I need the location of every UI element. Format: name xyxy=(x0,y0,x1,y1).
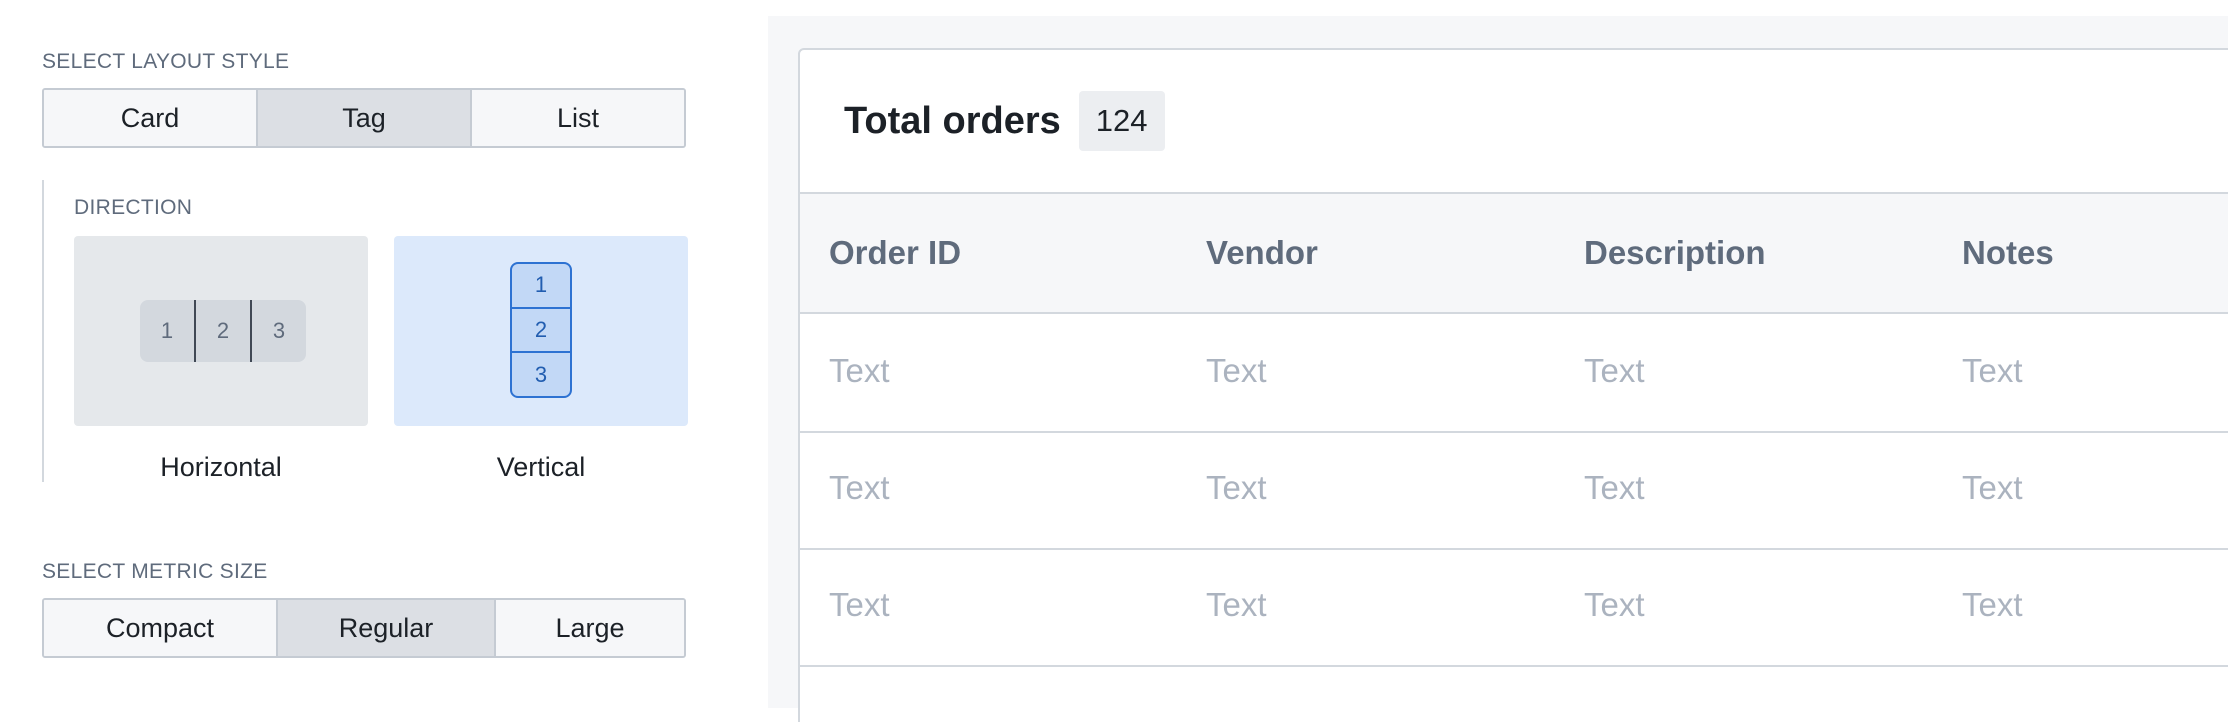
direction-horizontal-option[interactable]: 1 2 3 xyxy=(74,236,368,426)
table-cell: Text xyxy=(1206,352,1267,389)
table-cell: Text xyxy=(829,586,890,623)
horizontal-preview-icon: 1 2 3 xyxy=(140,300,306,362)
table-cell: Text xyxy=(1962,352,2023,389)
table-row[interactable]: Text Text Text Text xyxy=(800,433,2228,550)
table-row[interactable]: Text Text Text Text xyxy=(800,314,2228,431)
table-title: Total orders xyxy=(844,99,1061,142)
vertical-preview-item: 1 xyxy=(534,272,548,298)
row-divider xyxy=(800,665,2228,667)
table-cell: Text xyxy=(1206,586,1267,623)
table-row[interactable]: Text Text Text Text xyxy=(800,550,2228,667)
vertical-preview-item: 3 xyxy=(512,351,570,396)
column-header-notes[interactable]: Notes xyxy=(1962,234,2054,272)
column-header-order-id[interactable]: Order ID xyxy=(829,234,961,272)
layout-style-segmented-control: Card Tag List xyxy=(42,88,686,148)
table-header-row: Order ID Vendor Description Notes xyxy=(800,194,2228,314)
metric-size-segmented-control: Compact Regular Large xyxy=(42,598,686,658)
count-badge: 124 xyxy=(1078,91,1165,151)
metric-size-label: SELECT METRIC SIZE xyxy=(42,560,268,583)
vertical-caption: Vertical xyxy=(496,452,586,482)
metric-regular-button[interactable]: Regular xyxy=(276,600,494,656)
table-cell: Text xyxy=(829,469,890,506)
table-body: Text Text Text Text Text Text Text Text … xyxy=(800,314,2228,674)
table-cell: Text xyxy=(1584,586,1645,623)
direction-label: DIRECTION xyxy=(74,196,193,219)
layout-tag-button[interactable]: Tag xyxy=(256,90,470,146)
table-cell: Text xyxy=(1584,352,1645,389)
horizontal-preview-item: 1 xyxy=(160,318,174,343)
layout-list-button[interactable]: List xyxy=(470,90,684,146)
orders-table-card: Total orders 124 Order ID Vendor Descrip… xyxy=(798,48,2228,722)
layout-card-button[interactable]: Card xyxy=(44,90,256,146)
metric-compact-button[interactable]: Compact xyxy=(44,600,276,656)
horizontal-preview-item: 2 xyxy=(194,300,250,362)
card-header: Total orders 124 xyxy=(800,50,2228,194)
table-cell: Text xyxy=(1962,469,2023,506)
direction-vertical-option[interactable]: 1 2 3 xyxy=(394,236,688,426)
table-cell: Text xyxy=(1962,586,2023,623)
layout-style-label: SELECT LAYOUT STYLE xyxy=(42,50,290,73)
table-cell: Text xyxy=(1584,469,1645,506)
horizontal-caption: Horizontal xyxy=(160,452,282,482)
table-cell: Text xyxy=(829,352,890,389)
vertical-preview-icon: 1 2 3 xyxy=(510,262,572,398)
column-header-description[interactable]: Description xyxy=(1584,234,1766,272)
direction-group: DIRECTION 1 2 3 Horizontal 1 2 3 Vertica… xyxy=(42,180,690,482)
table-cell: Text xyxy=(1206,469,1267,506)
metric-large-button[interactable]: Large xyxy=(494,600,684,656)
vertical-preview-item: 2 xyxy=(512,306,570,352)
column-header-vendor[interactable]: Vendor xyxy=(1206,234,1318,272)
horizontal-preview-item: 3 xyxy=(250,300,306,362)
